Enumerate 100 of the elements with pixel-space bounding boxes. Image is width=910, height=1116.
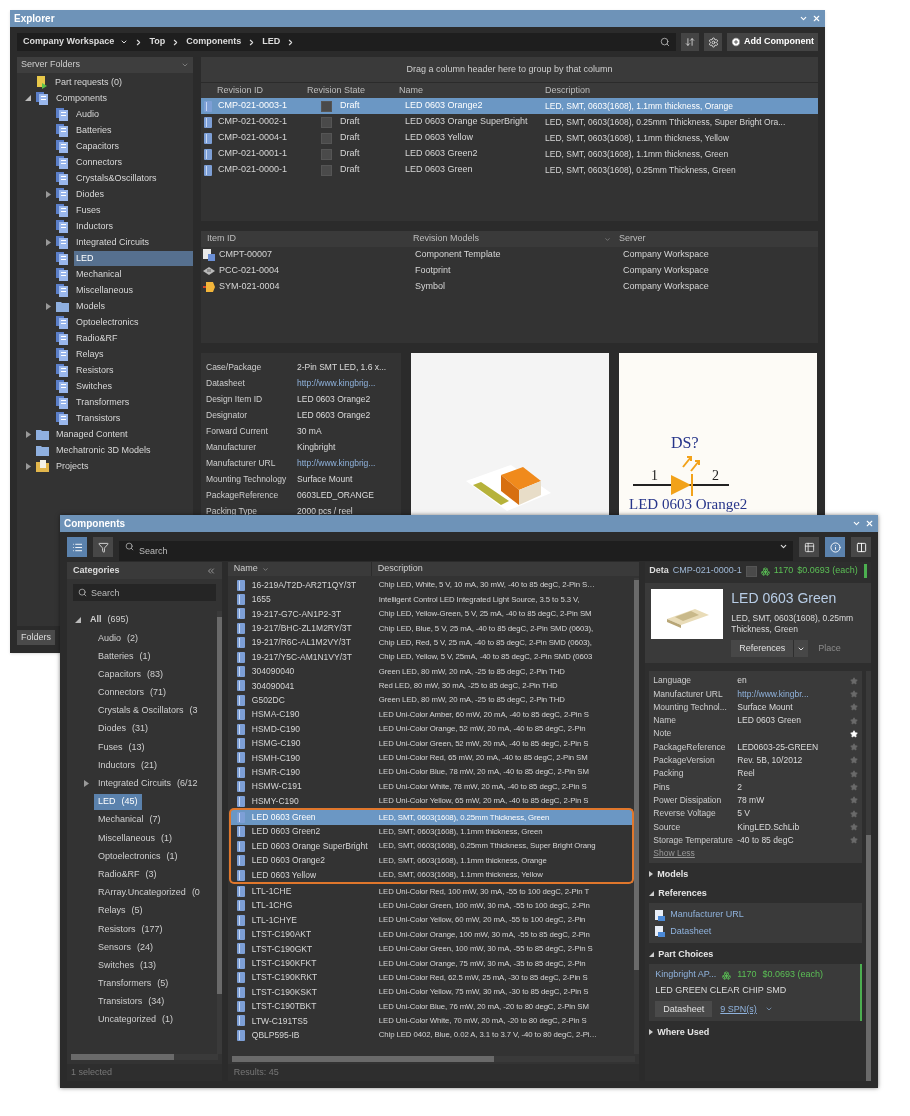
tree-item[interactable]: Radio&RF (74, 330, 193, 346)
tree-item[interactable]: Batteries (74, 122, 193, 138)
category-item[interactable]: Sensors (24) (94, 939, 158, 956)
star-icon[interactable] (850, 689, 858, 698)
category-item[interactable]: Diodes (31) (94, 721, 153, 738)
settings-button[interactable] (704, 33, 722, 51)
star-icon[interactable] (850, 783, 858, 791)
star-icon[interactable] (850, 743, 858, 752)
category-item[interactable]: Miscellaneous (1) (94, 830, 177, 847)
checkbox[interactable] (321, 116, 332, 128)
scrollbar[interactable] (216, 611, 222, 1054)
tree-item[interactable]: Optoelectronics (74, 314, 193, 330)
column-header[interactable]: Name (393, 83, 539, 98)
section-title[interactable]: Part Choices (658, 947, 714, 962)
tree-item[interactable]: Audio (74, 106, 193, 122)
revision-row[interactable]: CMP-021-0002-1 Draft LED 0603 Orange SuperBright LED, SMT, 0603(1608), 0.25mm Tthickness, Super Bright Ora... (201, 114, 818, 130)
star-icon[interactable] (850, 756, 858, 765)
column-header[interactable]: Item ID (201, 232, 407, 246)
tree-item[interactable]: Diodes (74, 186, 193, 202)
tree-item[interactable]: Fuses (74, 202, 193, 218)
column-header[interactable]: Description (371, 562, 423, 576)
info-button[interactable] (825, 537, 845, 557)
tree-item[interactable]: Connectors (74, 154, 193, 170)
category-item[interactable]: Resistors (177) (94, 921, 167, 938)
column-header[interactable]: Server (615, 232, 818, 246)
expanded-arrow-icon[interactable] (649, 890, 655, 896)
tree-item[interactable]: Projects (54, 458, 193, 474)
tree-item[interactable]: Relays (74, 346, 193, 362)
property-link[interactable]: http://www.kingbrig... (297, 456, 376, 470)
star-icon[interactable] (850, 809, 858, 818)
collapsed-arrow-icon[interactable] (45, 190, 51, 198)
spn-link[interactable]: 9 SPN(s) (720, 1002, 757, 1017)
category-item[interactable]: Connectors (71) (94, 684, 171, 701)
checkbox[interactable] (321, 148, 332, 160)
category-search-field[interactable]: Search (73, 584, 216, 601)
star-icon[interactable] (850, 716, 858, 725)
category-item[interactable]: Switches (13) (94, 957, 161, 974)
revision-row[interactable]: CMP-021-0001-1 Draft LED 0603 Green2 LED, SMT, 0603(1608), 1.1mm thickness, Green (201, 146, 818, 162)
tree-item[interactable]: Transformers (74, 394, 193, 410)
star-icon[interactable] (850, 822, 858, 831)
category-item[interactable]: Integrated Circuits (6/12 (94, 775, 202, 792)
list-view-button[interactable] (67, 537, 87, 557)
close-icon[interactable] (812, 14, 821, 23)
sort-caret-icon[interactable] (604, 235, 611, 243)
item-row[interactable]: SYM-021-0004 Symbol Company Workspace (201, 279, 818, 295)
collapsed-arrow-icon[interactable] (649, 1029, 654, 1036)
tree-item[interactable]: Switches (74, 378, 193, 394)
category-item[interactable]: Capacitors (83) (94, 666, 168, 683)
dropdown-caret-icon[interactable] (779, 542, 788, 551)
property-link[interactable]: http://www.kingbr... (737, 687, 850, 701)
star-icon[interactable] (850, 769, 858, 778)
collapsed-arrow-icon[interactable] (45, 302, 51, 310)
sort-button[interactable] (681, 33, 699, 51)
column-header[interactable]: Name (227, 562, 372, 576)
collapse-icon[interactable] (205, 565, 216, 576)
star-icon[interactable] (850, 836, 858, 845)
item-row[interactable]: CMPT-00007 Component Template Company Workspace (201, 247, 818, 263)
tree-item[interactable]: Inductors (74, 218, 193, 234)
collapsed-arrow-icon[interactable] (25, 462, 31, 470)
folders-tab[interactable]: Folders (17, 630, 55, 645)
search-icon[interactable] (660, 37, 670, 47)
checkbox[interactable] (321, 100, 332, 112)
dropdown-caret-icon[interactable] (120, 38, 129, 46)
add-component-button[interactable]: Add Component (727, 33, 818, 51)
show-less-link[interactable]: Show Less (653, 847, 695, 858)
tree-item[interactable]: Managed Content (54, 426, 193, 442)
tree-item[interactable]: Resistors (74, 362, 193, 378)
panel-layout-button[interactable] (851, 537, 871, 557)
category-item[interactable]: Crystals & Oscillators (3 (94, 703, 202, 720)
item-row[interactable]: PCC-021-0004 Footprint Company Workspace (201, 263, 818, 279)
search-field[interactable]: Search (119, 541, 793, 561)
column-header[interactable]: Revision State (301, 83, 393, 98)
collapsed-arrow-icon[interactable] (25, 430, 31, 438)
star-icon[interactable] (850, 796, 858, 805)
checkbox[interactable] (745, 565, 757, 577)
collapsed-arrow-icon[interactable] (83, 780, 89, 788)
table-view-button[interactable] (799, 537, 819, 557)
section-title[interactable]: References (658, 886, 707, 901)
column-header[interactable]: Description (539, 83, 818, 98)
tree-item[interactable]: Capacitors (74, 138, 193, 154)
category-item[interactable]: Relays (5) (94, 903, 147, 920)
expanded-arrow-icon[interactable] (25, 95, 31, 101)
category-item[interactable]: RArray.Uncategorized (0 (94, 884, 204, 901)
section-title[interactable]: Models (657, 867, 689, 882)
section-title[interactable]: Where Used (657, 1025, 710, 1040)
category-item[interactable]: Transistors (34) (94, 994, 169, 1011)
collapse-caret-icon[interactable] (181, 61, 189, 69)
checkbox[interactable] (321, 132, 332, 144)
close-icon[interactable] (865, 519, 874, 528)
star-icon[interactable] (850, 676, 858, 685)
tree-item[interactable]: LED (74, 250, 193, 266)
pin-menu-icon[interactable] (852, 519, 861, 528)
checkbox[interactable] (321, 164, 332, 176)
tree-item[interactable]: Components (54, 90, 193, 106)
star-icon[interactable] (850, 703, 858, 712)
property-link[interactable]: http://www.kingbrig... (297, 376, 376, 390)
expanded-arrow-icon[interactable] (75, 617, 81, 624)
revision-row[interactable]: CMP-021-0000-1 Draft LED 0603 Green LED, SMT, 0603(1608), 0.25mm Thickness, Green (201, 162, 818, 178)
category-item[interactable]: Batteries (1) (94, 648, 155, 665)
tree-item[interactable]: Transistors (74, 410, 193, 426)
